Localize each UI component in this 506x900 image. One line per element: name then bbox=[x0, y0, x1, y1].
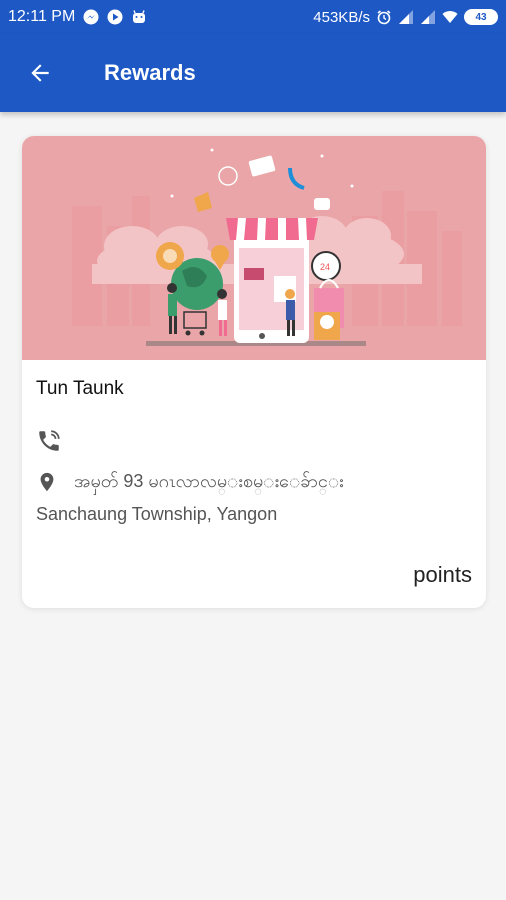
page-title: Rewards bbox=[104, 60, 196, 85]
address-line-1: အမှတ် 93 မဂၤလာလမ္းစမ္းေခ်ာင္း bbox=[74, 471, 344, 491]
shopping-illustration: 24 bbox=[72, 148, 462, 346]
status-bar: 12:11 PM 453KB/s 43 bbox=[0, 0, 506, 34]
shop-name: Tun Taunk bbox=[36, 378, 124, 399]
status-time: 12:11 PM bbox=[8, 8, 76, 25]
play-icon bbox=[107, 9, 123, 25]
battery-icon: 43 bbox=[464, 9, 498, 25]
signal-icon bbox=[421, 10, 435, 24]
alarm-icon bbox=[377, 10, 391, 25]
network-speed: 453KB/s bbox=[313, 8, 370, 26]
arrow-left-icon bbox=[31, 64, 49, 82]
phone-icon bbox=[39, 430, 60, 451]
phone-button[interactable] bbox=[36, 428, 62, 454]
address-line-2: Sanchaung Township, Yangon bbox=[36, 504, 278, 524]
store-illustration: 24 bbox=[22, 136, 486, 360]
svg-text:24: 24 bbox=[320, 262, 330, 272]
address-row: အမှတ် 93 မဂၤလာလမ္းစမ္းေခ်ာင္း bbox=[36, 470, 472, 496]
reward-card[interactable]: 24 Tun Taunk အမှတ် 93 မဂၤလာလမ္းစမ္းေခ်ာင… bbox=[22, 136, 486, 608]
android-icon bbox=[133, 10, 146, 23]
app-bar: Rewards bbox=[0, 34, 506, 112]
location-pin-icon bbox=[40, 472, 54, 492]
back-button[interactable] bbox=[18, 51, 62, 95]
points-label: points bbox=[413, 562, 472, 587]
wifi-icon bbox=[442, 11, 458, 23]
signal-icon bbox=[399, 10, 413, 24]
messenger-icon bbox=[83, 9, 99, 25]
